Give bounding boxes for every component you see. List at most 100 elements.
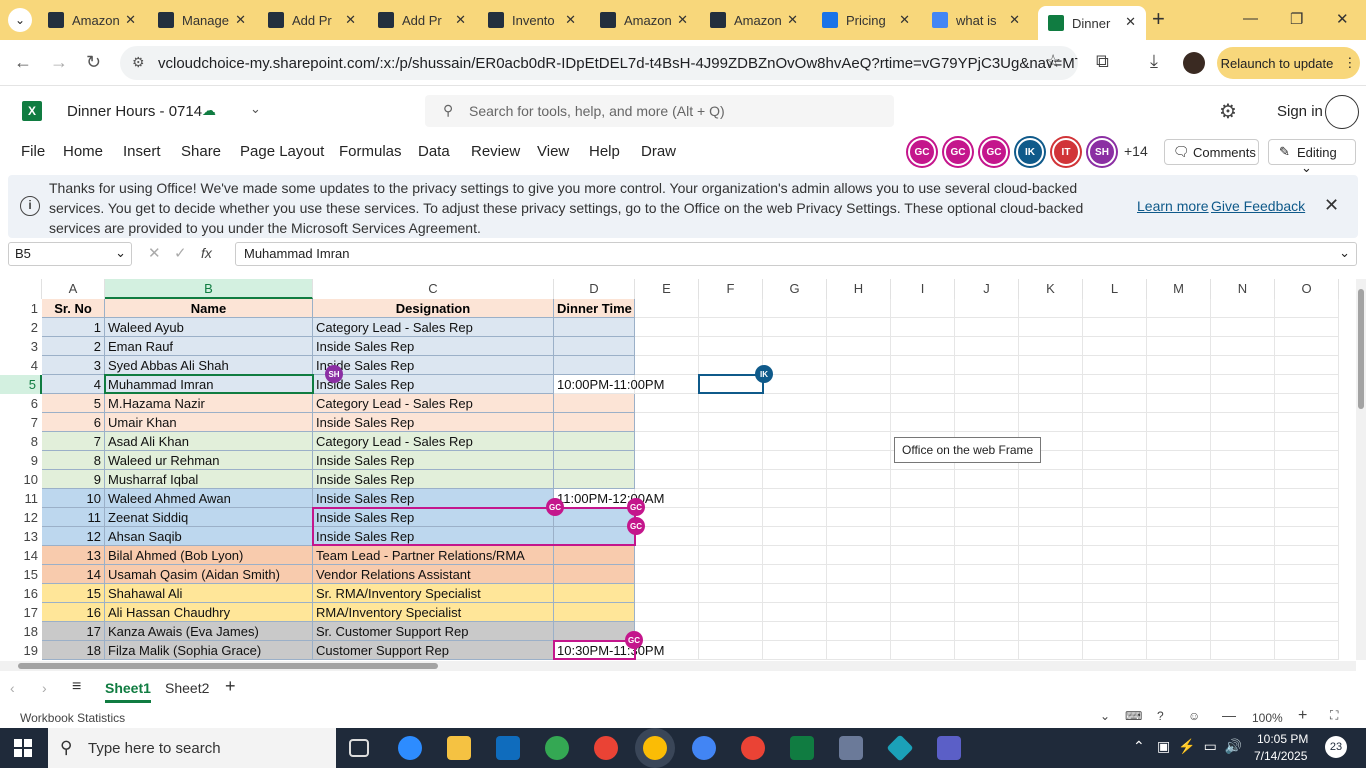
- all-sheets-icon[interactable]: ≡: [72, 678, 81, 696]
- grid-cell[interactable]: [699, 527, 763, 546]
- comments-button[interactable]: 🗨 Comments: [1164, 139, 1259, 165]
- dinner-time-cell[interactable]: [554, 413, 635, 432]
- ribbon-tab-data[interactable]: Data: [418, 143, 450, 160]
- excel-app-icon[interactable]: [790, 736, 814, 760]
- grid-cell[interactable]: [1211, 489, 1275, 508]
- sr-no-cell[interactable]: 16: [42, 603, 105, 622]
- grid-cell[interactable]: [763, 603, 827, 622]
- sign-in-link[interactable]: Sign in: [1277, 103, 1323, 120]
- grid-cell[interactable]: [827, 299, 891, 318]
- account-icon[interactable]: [1325, 95, 1359, 129]
- header-cell[interactable]: Designation: [313, 299, 554, 318]
- grid-cell[interactable]: [955, 546, 1019, 565]
- grid-cell[interactable]: [1211, 413, 1275, 432]
- grid-cell[interactable]: [1275, 318, 1339, 337]
- dinner-time-cell[interactable]: [554, 603, 635, 622]
- grid-cell[interactable]: [955, 299, 1019, 318]
- grid-cell[interactable]: [1275, 565, 1339, 584]
- grid-cell[interactable]: [1211, 318, 1275, 337]
- collaborator-avatar[interactable]: IT: [1052, 138, 1080, 166]
- relaunch-button[interactable]: Relaunch to update ⋮: [1217, 47, 1360, 79]
- grid-cell[interactable]: [1083, 413, 1147, 432]
- grid-cell[interactable]: [699, 394, 763, 413]
- name-cell[interactable]: Asad Ali Khan: [105, 432, 313, 451]
- feedback-icon[interactable]: ☺: [1188, 709, 1200, 723]
- row-header[interactable]: 17: [0, 603, 42, 622]
- row-header[interactable]: 16: [0, 584, 42, 603]
- grid-cell[interactable]: [1083, 394, 1147, 413]
- grid-cell[interactable]: [1211, 451, 1275, 470]
- grid-cell[interactable]: [699, 603, 763, 622]
- grid-cell[interactable]: [763, 622, 827, 641]
- grid-cell[interactable]: [1083, 451, 1147, 470]
- collaborator-avatar[interactable]: SH: [1088, 138, 1116, 166]
- row-header[interactable]: 15: [0, 565, 42, 584]
- column-header[interactable]: F: [699, 279, 763, 299]
- row-header[interactable]: 18: [0, 622, 42, 641]
- row-header[interactable]: 3: [0, 337, 42, 356]
- designation-cell[interactable]: Category Lead - Sales Rep: [313, 432, 554, 451]
- search-box[interactable]: ⚲ Search for tools, help, and more (Alt …: [425, 95, 894, 127]
- grid-cell[interactable]: [763, 489, 827, 508]
- sr-no-cell[interactable]: 5: [42, 394, 105, 413]
- grid-cell[interactable]: [699, 451, 763, 470]
- name-cell[interactable]: Filza Malik (Sophia Grace): [105, 641, 313, 660]
- grid-cell[interactable]: [891, 508, 955, 527]
- column-header[interactable]: C: [313, 279, 554, 299]
- banner-close-icon[interactable]: ✕: [1324, 195, 1339, 216]
- workbook-statistics[interactable]: Workbook Statistics: [20, 711, 125, 725]
- grid-cell[interactable]: [827, 527, 891, 546]
- collaborator-avatar[interactable]: GC: [944, 138, 972, 166]
- grid-cell[interactable]: [763, 546, 827, 565]
- grid-cell[interactable]: [1211, 432, 1275, 451]
- grid-cell[interactable]: [955, 603, 1019, 622]
- tab-close-icon[interactable]: ✕: [1125, 14, 1136, 30]
- grid-cell[interactable]: [1275, 489, 1339, 508]
- grid-cell[interactable]: [1275, 432, 1339, 451]
- grid-cell[interactable]: [763, 565, 827, 584]
- outlook-icon[interactable]: [496, 736, 520, 760]
- grid-cell[interactable]: [955, 413, 1019, 432]
- row-header[interactable]: 11: [0, 489, 42, 508]
- sr-no-cell[interactable]: 12: [42, 527, 105, 546]
- grid-cell[interactable]: [1211, 527, 1275, 546]
- designation-cell[interactable]: Inside Sales Rep: [313, 451, 554, 470]
- grid-cell[interactable]: [827, 451, 891, 470]
- chrome-icon-2[interactable]: [692, 736, 716, 760]
- grid-cell[interactable]: [955, 489, 1019, 508]
- grid-cell[interactable]: [891, 318, 955, 337]
- clock-date[interactable]: 7/14/2025: [1254, 749, 1307, 763]
- new-tab-button[interactable]: +: [1152, 6, 1165, 32]
- grid-cell[interactable]: [891, 489, 955, 508]
- grid-cell[interactable]: [1083, 546, 1147, 565]
- grid-cell[interactable]: [635, 584, 699, 603]
- grid-cell[interactable]: [699, 337, 763, 356]
- grid-cell[interactable]: [1019, 318, 1083, 337]
- grid-cell[interactable]: [1019, 375, 1083, 394]
- window-close-button[interactable]: ✕: [1336, 10, 1349, 28]
- grid-cell[interactable]: [1211, 394, 1275, 413]
- presence-badge[interactable]: GC: [627, 498, 645, 516]
- ribbon-tab-draw[interactable]: Draw: [641, 143, 676, 160]
- designation-cell[interactable]: Inside Sales Rep: [313, 375, 554, 394]
- designation-cell[interactable]: Inside Sales Rep: [313, 489, 554, 508]
- grid-cell[interactable]: [1147, 318, 1211, 337]
- column-header[interactable]: D: [554, 279, 635, 299]
- designation-cell[interactable]: Vendor Relations Assistant: [313, 565, 554, 584]
- grid-cell[interactable]: [1275, 470, 1339, 489]
- dinner-time-cell[interactable]: [554, 546, 635, 565]
- windows-start-icon[interactable]: [14, 739, 32, 757]
- grid-cell[interactable]: [763, 470, 827, 489]
- row-header[interactable]: 8: [0, 432, 42, 451]
- name-cell[interactable]: Umair Khan: [105, 413, 313, 432]
- designation-cell[interactable]: Inside Sales Rep: [313, 337, 554, 356]
- dinner-time-cell[interactable]: [554, 565, 635, 584]
- collaborator-avatar[interactable]: GC: [908, 138, 936, 166]
- tab-close-icon[interactable]: ✕: [677, 12, 688, 28]
- designation-cell[interactable]: Sr. Customer Support Rep: [313, 622, 554, 641]
- column-header[interactable]: G: [763, 279, 827, 299]
- column-header[interactable]: K: [1019, 279, 1083, 299]
- tab-close-icon[interactable]: ✕: [455, 12, 466, 28]
- browser-tab[interactable]: Pricing ✕: [812, 4, 920, 36]
- zoom-level[interactable]: 100%: [1252, 711, 1283, 725]
